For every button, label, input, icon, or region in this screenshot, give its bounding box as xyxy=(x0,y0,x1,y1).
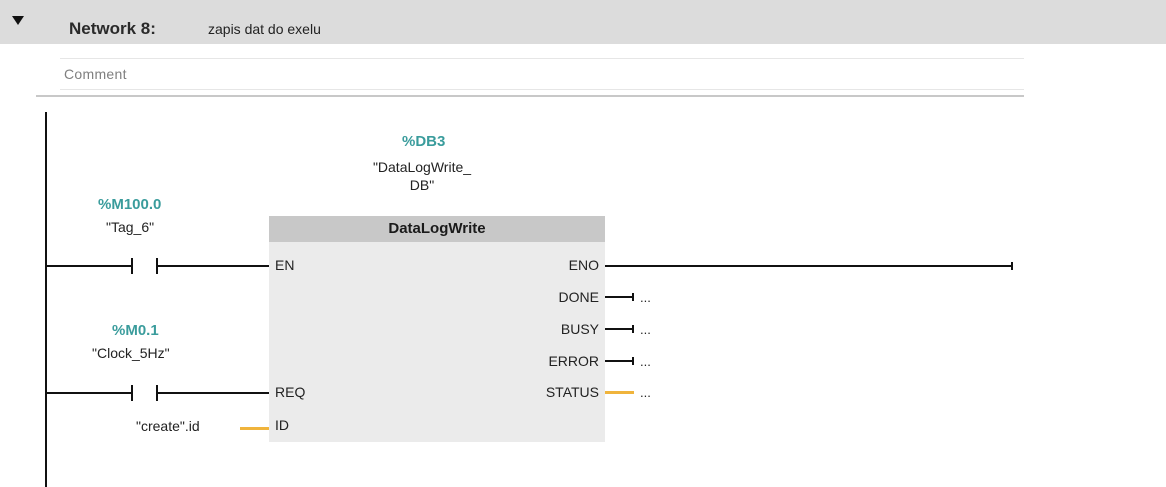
rung-2-wire-right xyxy=(158,392,269,394)
done-wire-end xyxy=(632,293,634,301)
done-wire xyxy=(605,296,633,298)
contact-2-address[interactable]: %M0.1 xyxy=(112,322,159,339)
pin-status[interactable]: STATUS xyxy=(519,384,599,400)
function-block-name: DataLogWrite xyxy=(388,220,486,237)
error-wire-end xyxy=(632,357,634,365)
network-header: Network 8: zapis dat do exelu xyxy=(0,0,1166,44)
pin-id[interactable]: ID xyxy=(275,417,289,433)
busy-operand[interactable]: ... xyxy=(640,322,651,337)
status-wire xyxy=(605,391,634,394)
contact-1-tag[interactable]: "Tag_6" xyxy=(106,219,154,235)
power-rail xyxy=(45,112,47,487)
contact-1-left-bar[interactable] xyxy=(131,258,133,274)
pin-busy[interactable]: BUSY xyxy=(519,321,599,337)
done-operand[interactable]: ... xyxy=(640,290,651,305)
rung-2-wire-left xyxy=(47,392,131,394)
network-description[interactable]: zapis dat do exelu xyxy=(208,21,321,37)
eno-wire-end xyxy=(1011,262,1013,270)
contact-1-address[interactable]: %M100.0 xyxy=(98,196,161,213)
divider xyxy=(36,95,1024,97)
pin-en[interactable]: EN xyxy=(275,257,294,273)
pin-done[interactable]: DONE xyxy=(519,289,599,305)
collapse-arrow-icon[interactable] xyxy=(12,16,24,25)
instance-db-name[interactable]: "DataLogWrite_ DB" xyxy=(362,158,482,194)
rung-1-wire-left xyxy=(47,265,131,267)
error-wire xyxy=(605,360,633,362)
pin-error[interactable]: ERROR xyxy=(519,353,599,369)
error-operand[interactable]: ... xyxy=(640,354,651,369)
function-block-title-bar: DataLogWrite xyxy=(269,216,605,242)
instance-db-address[interactable]: %DB3 xyxy=(402,133,445,150)
id-wire xyxy=(240,427,269,430)
eno-wire xyxy=(605,265,1012,267)
function-block[interactable]: DataLogWrite EN REQ ID ENO DONE BUSY ERR… xyxy=(269,216,605,442)
id-operand[interactable]: "create".id xyxy=(136,418,200,434)
network-comment-field[interactable]: Comment xyxy=(60,58,1024,90)
pin-req[interactable]: REQ xyxy=(275,384,305,400)
busy-wire-end xyxy=(632,325,634,333)
busy-wire xyxy=(605,328,633,330)
pin-eno[interactable]: ENO xyxy=(519,257,599,273)
comment-placeholder: Comment xyxy=(64,66,127,82)
contact-2-left-bar[interactable] xyxy=(131,385,133,401)
network-title: Network 8: xyxy=(69,19,156,38)
status-operand[interactable]: ... xyxy=(640,385,651,400)
contact-2-tag[interactable]: "Clock_5Hz" xyxy=(92,345,170,361)
rung-1-wire-right xyxy=(158,265,269,267)
